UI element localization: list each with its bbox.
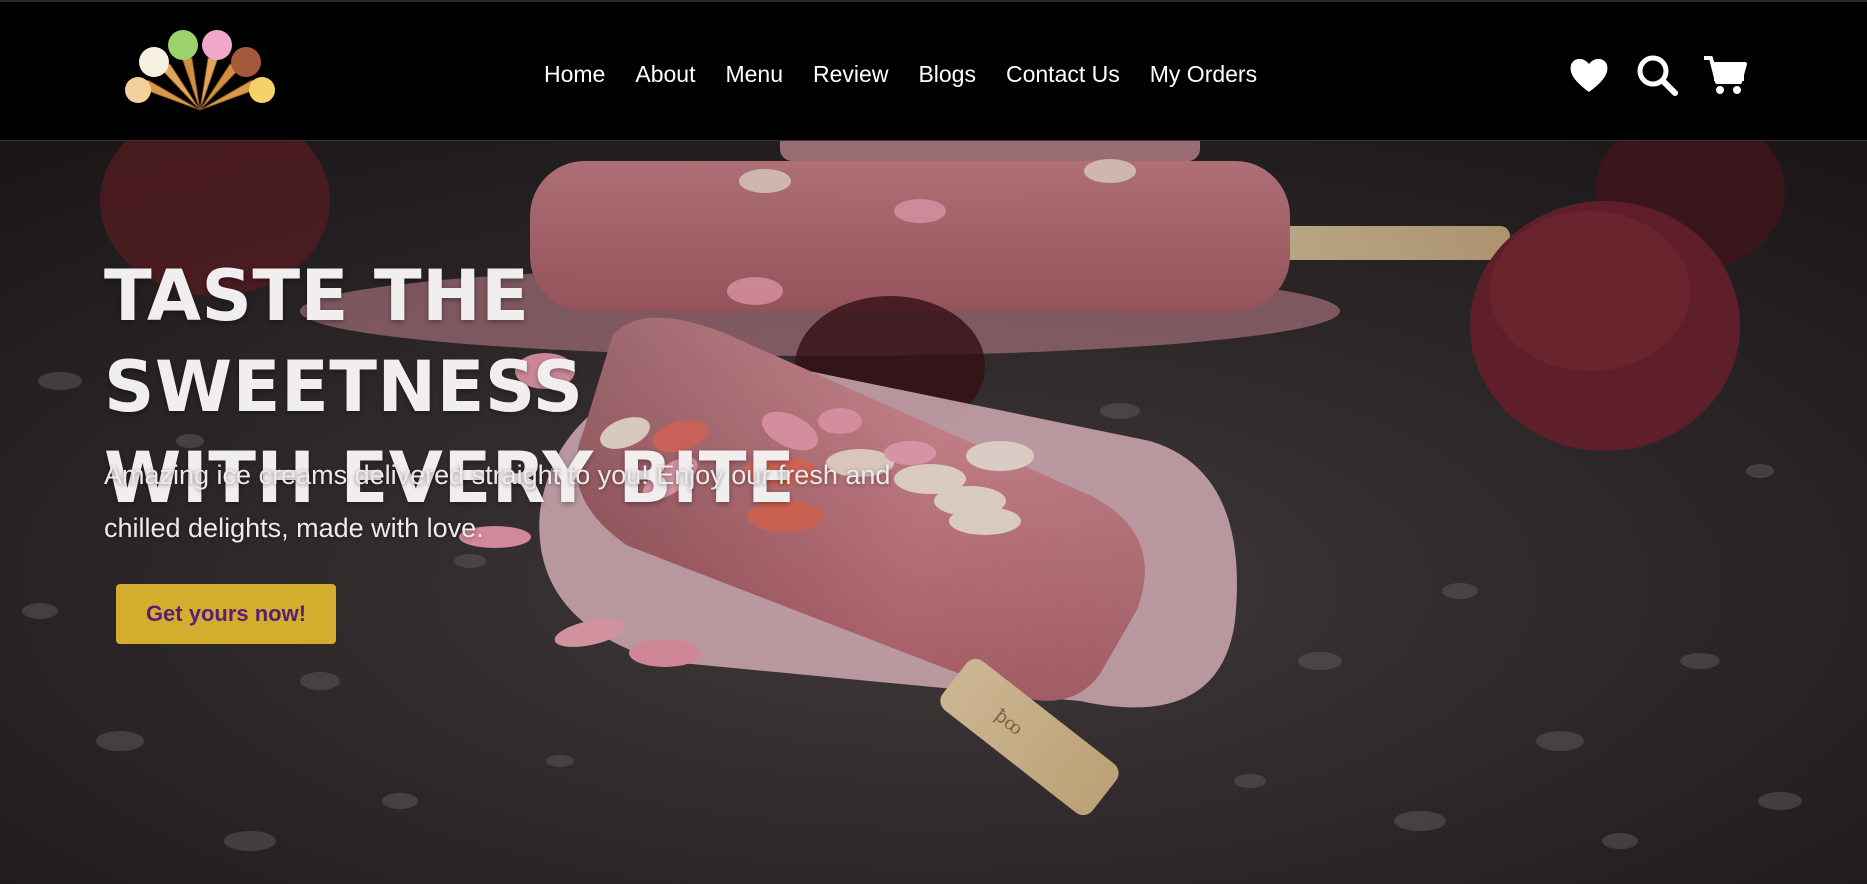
nav-my-orders[interactable]: My Orders (1150, 54, 1257, 94)
nav-home[interactable]: Home (544, 54, 605, 94)
search-icon[interactable] (1634, 52, 1680, 98)
nav-contact-us[interactable]: Contact Us (1006, 54, 1120, 94)
hero-title-line-1: TASTE THE SWEETNESS (104, 255, 584, 428)
header-actions (1566, 52, 1770, 98)
get-yours-now-button[interactable]: Get yours now! (116, 584, 336, 644)
heart-icon[interactable] (1566, 52, 1612, 98)
site-header: Home About Menu Review Blogs Contact Us … (0, 0, 1867, 141)
nav-blogs[interactable]: Blogs (918, 54, 976, 94)
ice-cream-logo-icon (125, 30, 275, 111)
nav-menu[interactable]: Menu (725, 54, 783, 94)
nav-review[interactable]: Review (813, 54, 888, 94)
hero-section: ꝥꝏ (0, 141, 1867, 884)
nav-about[interactable]: About (635, 54, 695, 94)
page: Home About Menu Review Blogs Contact Us … (0, 0, 1867, 884)
hero-subtitle-line-2: chilled delights, made with love. (104, 513, 484, 543)
hero-subtitle: Amazing ice creams delivered straight to… (104, 449, 1004, 555)
hero-subtitle-line-1: Amazing ice creams delivered straight to… (104, 460, 891, 490)
main-nav: Home About Menu Review Blogs Contact Us … (544, 54, 1287, 94)
cart-icon[interactable] (1702, 52, 1748, 98)
